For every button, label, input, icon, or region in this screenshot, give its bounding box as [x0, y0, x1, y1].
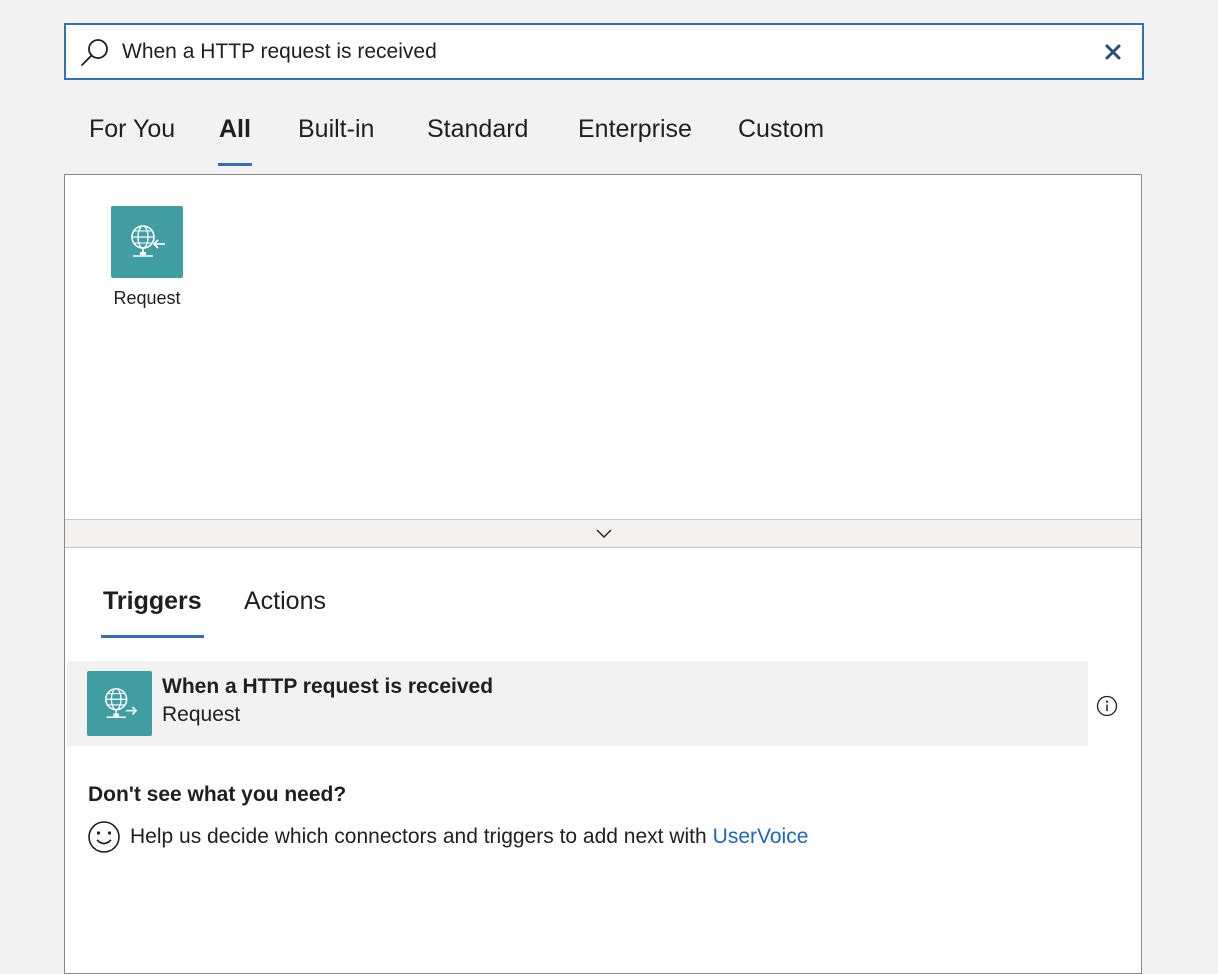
tab-triggers[interactable]: Triggers — [101, 575, 204, 638]
connector-tile — [111, 206, 183, 278]
info-icon[interactable] — [1096, 695, 1118, 717]
search-input[interactable] — [122, 25, 1082, 78]
tab-all[interactable]: All — [218, 100, 252, 166]
uservoice-link[interactable]: UserVoice — [713, 825, 809, 849]
help-line: Help us decide which connectors and trig… — [87, 820, 808, 854]
globe-request-icon — [104, 687, 137, 718]
collapse-bar[interactable] — [65, 519, 1141, 548]
chevron-down-icon — [596, 529, 612, 538]
trigger-tile — [87, 671, 152, 736]
tab-standard[interactable]: Standard — [427, 100, 528, 166]
smile-icon — [88, 821, 120, 853]
help-text: Help us decide which connectors and trig… — [130, 825, 707, 848]
tab-built-in[interactable]: Built-in — [298, 100, 374, 166]
close-icon[interactable] — [1102, 41, 1124, 63]
globe-request-icon — [131, 225, 165, 257]
tab-enterprise[interactable]: Enterprise — [578, 100, 692, 166]
tab-actions[interactable]: Actions — [244, 575, 326, 638]
tab-custom[interactable]: Custom — [738, 100, 824, 166]
help-title: Don't see what you need? — [88, 783, 347, 806]
tab-for-you[interactable]: For You — [89, 100, 175, 166]
trigger-item[interactable]: When a HTTP request is received Request — [67, 661, 1088, 746]
search-icon — [81, 39, 108, 66]
trigger-subtitle: Request — [162, 703, 241, 726]
results-panel: Request Triggers Actions When a HTTP req… — [64, 174, 1142, 974]
connector-request[interactable]: Request — [97, 206, 197, 309]
search-box[interactable] — [64, 23, 1144, 80]
trigger-title: When a HTTP request is received — [162, 675, 494, 698]
connector-grid: Request — [65, 175, 1141, 520]
connector-label: Request — [113, 288, 181, 308]
